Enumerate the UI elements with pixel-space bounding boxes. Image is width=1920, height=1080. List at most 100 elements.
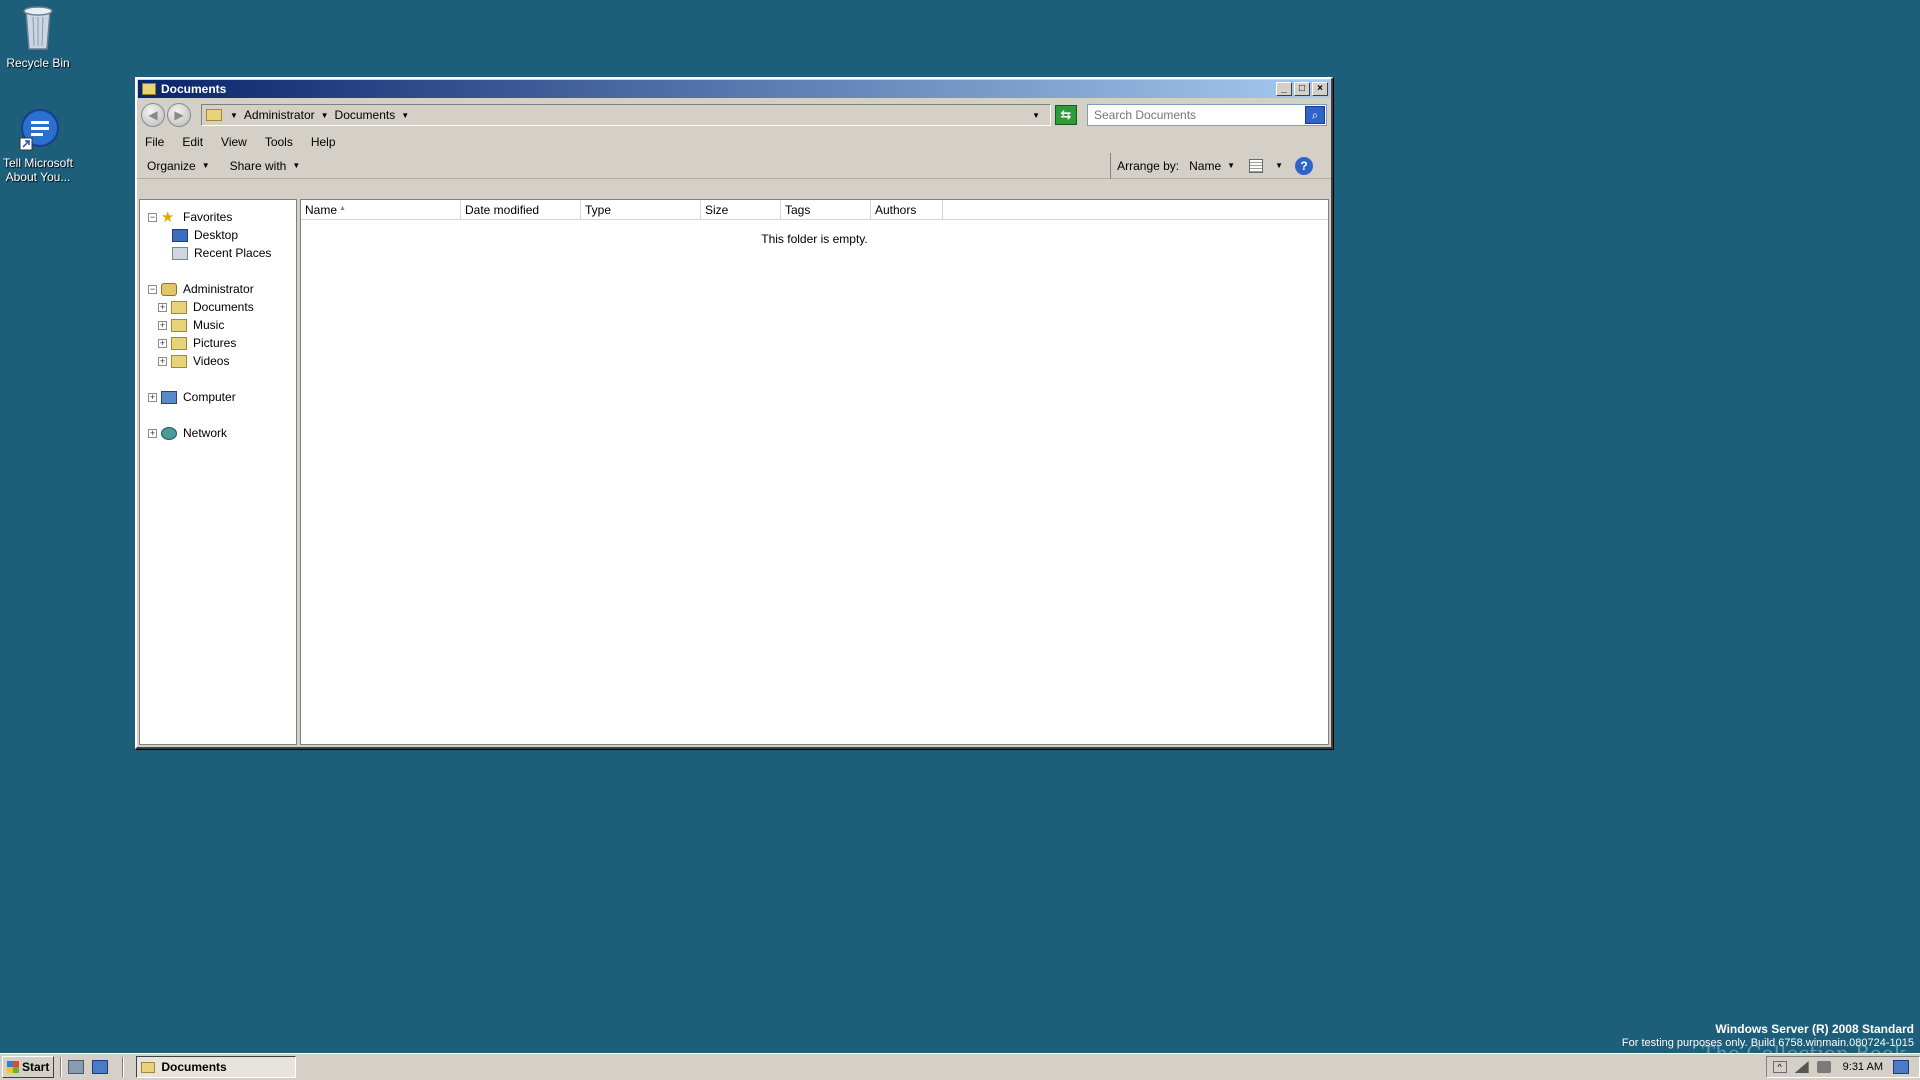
column-size[interactable]: Size bbox=[701, 200, 781, 219]
show-desktop-icon[interactable] bbox=[92, 1060, 109, 1074]
expand-icon[interactable]: + bbox=[158, 356, 167, 366]
help-icon[interactable]: ? bbox=[1295, 156, 1313, 175]
column-type[interactable]: Type bbox=[581, 200, 701, 219]
share-with-button[interactable]: Share with ▼ bbox=[230, 159, 301, 173]
nav-favorites-label: Favorites bbox=[183, 210, 233, 224]
nav-documents-label: Documents bbox=[193, 300, 254, 314]
recent-places-icon bbox=[172, 246, 188, 260]
empty-folder-message: This folder is empty. bbox=[761, 232, 868, 246]
expand-icon[interactable]: + bbox=[158, 302, 167, 312]
nav-favorites[interactable]: − ★ Favorites bbox=[140, 208, 296, 226]
share-with-label: Share with bbox=[229, 158, 287, 173]
column-authors[interactable]: Authors bbox=[871, 200, 943, 219]
music-folder-icon bbox=[171, 318, 187, 332]
taskbar-button-documents[interactable]: Documents bbox=[136, 1056, 297, 1078]
desktop-icon-recycle-bin[interactable]: Recycle Bin bbox=[0, 2, 76, 70]
views-icon[interactable] bbox=[1249, 158, 1264, 173]
recycle-bin-label: Recycle Bin bbox=[6, 56, 70, 70]
expand-icon[interactable]: + bbox=[148, 392, 157, 402]
nav-administrator[interactable]: − Administrator bbox=[140, 280, 296, 298]
menu-edit[interactable]: Edit bbox=[182, 135, 203, 149]
column-name[interactable]: Name ▲ bbox=[301, 200, 461, 219]
computer-icon bbox=[161, 390, 177, 404]
feedback-icon bbox=[19, 109, 59, 151]
show-desktop-button[interactable] bbox=[1893, 1060, 1909, 1074]
nav-videos[interactable]: + Videos bbox=[140, 352, 296, 370]
collapse-icon[interactable]: − bbox=[148, 212, 157, 222]
nav-videos-label: Videos bbox=[193, 354, 230, 368]
nav-network-label: Network bbox=[183, 426, 228, 440]
refresh-button[interactable]: ⇆ bbox=[1055, 105, 1077, 125]
nav-music[interactable]: + Music bbox=[140, 316, 296, 334]
desktop-icon-tell-microsoft[interactable]: Tell Microsoft About You... bbox=[0, 108, 76, 184]
start-button[interactable]: Start bbox=[2, 1056, 55, 1078]
tray-expand-icon[interactable]: ^ bbox=[1772, 1061, 1787, 1073]
menu-view[interactable]: View bbox=[221, 135, 247, 149]
organize-label: Organize bbox=[147, 158, 196, 173]
nav-network[interactable]: + Network bbox=[140, 424, 296, 442]
expand-icon[interactable]: + bbox=[158, 338, 167, 348]
breadcrumb-chevron-icon[interactable]: ▼ bbox=[401, 111, 409, 120]
breadcrumb-chevron-icon[interactable]: ▼ bbox=[230, 111, 238, 120]
menu-tools[interactable]: Tools bbox=[265, 135, 293, 149]
user-folder-icon bbox=[161, 282, 177, 296]
menu-help[interactable]: Help bbox=[311, 135, 336, 149]
sort-ascending-icon: ▲ bbox=[339, 205, 346, 212]
chevron-down-icon: ▼ bbox=[201, 161, 210, 170]
address-bar[interactable]: ▼ Administrator ▼ Documents ▼ ▼ bbox=[201, 104, 1051, 126]
maximize-button[interactable]: □ bbox=[1294, 82, 1310, 96]
breadcrumb-chevron-icon[interactable]: ▼ bbox=[321, 111, 329, 120]
back-button[interactable]: ◀ bbox=[141, 103, 165, 127]
network-icon bbox=[161, 426, 177, 440]
server-manager-icon[interactable] bbox=[68, 1060, 85, 1074]
navigation-pane: − ★ Favorites Desktop Recent Places − Ad… bbox=[139, 199, 297, 745]
network-status-icon[interactable] bbox=[1794, 1061, 1809, 1073]
nav-recent-places[interactable]: Recent Places bbox=[140, 244, 296, 262]
title-bar[interactable]: Documents _ □ × bbox=[138, 80, 1330, 98]
search-input[interactable] bbox=[1094, 108, 1305, 122]
os-watermark: Windows Server (R) 2008 Standard For tes… bbox=[1622, 1022, 1914, 1063]
nav-documents[interactable]: + Documents bbox=[140, 298, 296, 316]
file-list-pane[interactable]: Name ▲ Date modified Type Size Tags Auth… bbox=[300, 199, 1329, 745]
window-title: Documents bbox=[161, 82, 227, 96]
expand-icon[interactable]: + bbox=[148, 428, 157, 438]
column-date-modified[interactable]: Date modified bbox=[461, 200, 581, 219]
command-bar: Organize ▼ Share with ▼ Arrange by: Name… bbox=[137, 152, 1331, 179]
menu-bar: File Edit View Tools Help bbox=[137, 131, 1331, 153]
breadcrumb-administrator[interactable]: Administrator bbox=[244, 108, 315, 122]
nav-pictures[interactable]: + Pictures bbox=[140, 334, 296, 352]
chevron-down-icon: ▼ bbox=[1227, 161, 1236, 170]
menu-file[interactable]: File bbox=[145, 135, 164, 149]
start-label: Start bbox=[22, 1060, 50, 1074]
arrange-by-label: Arrange by: bbox=[1117, 158, 1180, 173]
nav-desktop[interactable]: Desktop bbox=[140, 226, 296, 244]
clock[interactable]: 9:31 AM bbox=[1843, 1061, 1883, 1073]
nav-desktop-label: Desktop bbox=[194, 228, 239, 242]
forward-button[interactable]: ▶ bbox=[167, 103, 191, 127]
minimize-button[interactable]: _ bbox=[1276, 82, 1292, 96]
folder-icon bbox=[171, 300, 187, 314]
address-dropdown-icon[interactable]: ▼ bbox=[1032, 111, 1040, 120]
explorer-body: − ★ Favorites Desktop Recent Places − Ad… bbox=[139, 199, 1329, 745]
expand-icon[interactable]: + bbox=[158, 320, 167, 330]
windows-logo-icon bbox=[7, 1061, 19, 1073]
folder-icon bbox=[206, 109, 222, 121]
arrange-by: Arrange by: Name ▼ ▼ ? bbox=[1110, 152, 1321, 179]
views-dropdown-icon[interactable]: ▼ bbox=[1275, 161, 1283, 170]
column-name-label: Name bbox=[305, 203, 338, 217]
collapse-icon[interactable]: − bbox=[148, 284, 157, 294]
close-button[interactable]: × bbox=[1312, 82, 1328, 96]
arrange-by-dropdown[interactable]: Name ▼ bbox=[1189, 159, 1235, 173]
breadcrumb-documents[interactable]: Documents bbox=[335, 108, 396, 122]
organize-button[interactable]: Organize ▼ bbox=[147, 159, 210, 173]
volume-icon[interactable] bbox=[1816, 1061, 1831, 1073]
column-tags[interactable]: Tags bbox=[781, 200, 871, 219]
search-icon[interactable]: ⌕ bbox=[1305, 106, 1325, 124]
nav-computer[interactable]: + Computer bbox=[140, 388, 296, 406]
search-box[interactable]: ⌕ bbox=[1087, 104, 1327, 126]
taskbar: Start Documents ^ 9:31 AM bbox=[0, 1053, 1920, 1080]
pictures-folder-icon bbox=[171, 336, 187, 350]
recycle-bin-icon bbox=[23, 6, 53, 50]
nav-pictures-label: Pictures bbox=[193, 336, 237, 350]
refresh-icon: ⇆ bbox=[1060, 107, 1072, 122]
